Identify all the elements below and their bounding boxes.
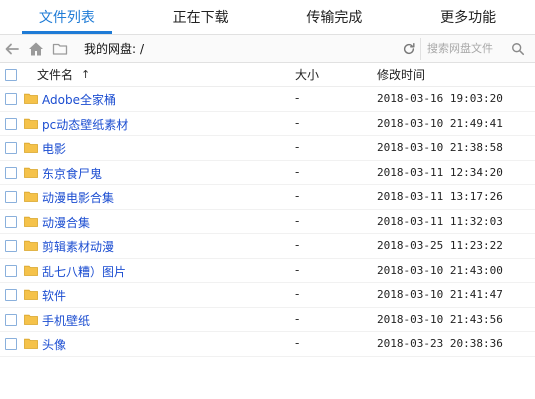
table-row[interactable]: pc动态壁纸素材 - 2018-03-10 21:49:41 [0,112,535,136]
file-modified-time: 2018-03-10 21:49:41 [377,116,503,130]
header-name-column[interactable]: 文件名 ↑ [37,66,90,83]
table-row[interactable]: 手机壁纸 - 2018-03-10 21:43:56 [0,308,535,332]
file-modified-time: 2018-03-11 13:17:26 [377,190,503,203]
row-checkbox[interactable] [5,142,17,154]
table-row[interactable]: Adobe全家桶 - 2018-03-16 19:03:20 [0,87,535,112]
header-name-label: 文件名 [37,68,74,82]
file-list: Adobe全家桶 - 2018-03-16 19:03:20 pc动态壁纸素材 … [0,87,535,357]
table-row[interactable]: 头像 - 2018-03-23 20:38:36 [0,332,535,357]
row-checkbox[interactable] [5,264,17,277]
back-arrow-icon [5,43,19,54]
current-path: / [140,41,145,56]
table-row[interactable]: 动漫合集 - 2018-03-11 11:32:03 [0,210,535,234]
back-button[interactable] [0,36,24,62]
tab-transfer-complete[interactable]: 传输完成 [268,0,402,34]
file-name-link[interactable]: 手机壁纸 [42,312,90,329]
folder-icon [24,142,38,153]
table-row[interactable]: 乱七八糟）图片 - 2018-03-10 21:43:00 [0,259,535,283]
navigation-toolbar: 我的网盘: / [0,34,535,63]
row-checkbox[interactable] [5,240,17,252]
row-checkbox[interactable] [5,313,17,326]
file-name-link[interactable]: 头像 [42,336,66,353]
folder-icon [24,167,38,178]
file-name-link[interactable]: 软件 [42,287,66,304]
file-modified-time: 2018-03-23 20:38:36 [377,337,503,350]
row-checkbox[interactable] [5,117,17,130]
home-icon [29,42,43,55]
file-modified-time: 2018-03-10 21:43:56 [377,312,503,326]
file-size: - [295,336,300,350]
tab-label: 传输完成 [306,10,363,26]
folder-icon [52,43,68,55]
select-all-checkbox[interactable] [5,68,17,81]
table-row[interactable]: 电影 - 2018-03-10 21:38:58 [0,136,535,161]
file-name-link[interactable]: Adobe全家桶 [42,91,116,108]
row-checkbox[interactable] [5,93,17,105]
sort-arrow-icon: ↑ [81,68,91,81]
header-size-column[interactable]: 大小 [295,66,319,83]
table-row[interactable]: 剪辑素材动漫 - 2018-03-25 11:23:22 [0,234,535,259]
tab-downloading[interactable]: 正在下载 [134,0,268,34]
file-size: - [295,140,300,154]
tab-label: 正在下载 [172,10,229,26]
header-time-column[interactable]: 修改时间 [377,66,425,83]
folder-icon [24,191,38,202]
file-size: - [295,91,300,105]
table-row[interactable]: 动漫电影合集 - 2018-03-11 13:17:26 [0,185,535,210]
search-icon[interactable] [511,42,525,56]
folder-icon [24,93,38,104]
file-modified-time: 2018-03-10 21:38:58 [377,141,503,154]
file-modified-time: 2018-03-11 11:32:03 [377,214,503,228]
file-name-link[interactable]: pc动态壁纸素材 [42,116,128,133]
row-checkbox[interactable] [5,215,17,228]
row-checkbox[interactable] [5,338,17,350]
file-modified-time: 2018-03-11 12:34:20 [377,165,503,179]
folder-icon [24,289,38,300]
table-row[interactable]: 东京食尸鬼 - 2018-03-11 12:34:20 [0,161,535,185]
folder-button[interactable] [48,36,72,62]
tab-more-functions[interactable]: 更多功能 [401,0,535,34]
file-size: - [295,115,300,130]
folder-icon [24,118,38,129]
file-table-header: 文件名 ↑ 大小 修改时间 [0,63,535,87]
file-modified-time: 2018-03-25 11:23:22 [377,239,503,252]
row-checkbox[interactable] [5,166,17,179]
refresh-button[interactable] [398,37,421,60]
file-size: - [295,262,300,277]
file-modified-time: 2018-03-10 21:43:00 [377,263,503,277]
folder-icon [24,338,38,349]
tab-label: 文件列表 [38,10,95,26]
file-name-link[interactable]: 电影 [42,140,66,157]
row-checkbox[interactable] [5,289,17,301]
tab-bar: 文件列表 正在下载 传输完成 更多功能 [0,0,535,34]
tab-label: 更多功能 [440,10,497,26]
file-size: - [295,238,300,252]
file-size: - [295,213,300,228]
folder-icon [24,265,38,276]
table-row[interactable]: 软件 - 2018-03-10 21:41:47 [0,283,535,308]
search-box [427,38,531,60]
file-modified-time: 2018-03-10 21:41:47 [377,288,503,301]
file-size: - [295,311,300,326]
row-checkbox[interactable] [5,191,17,203]
folder-icon [24,240,38,251]
home-button[interactable] [24,36,48,62]
file-size: - [295,287,300,301]
file-name-link[interactable]: 动漫电影合集 [42,189,114,206]
refresh-icon [403,42,415,54]
search-input[interactable] [427,42,511,55]
tab-file-list[interactable]: 文件列表 [0,0,134,34]
file-name-link[interactable]: 东京食尸鬼 [42,165,102,182]
file-modified-time: 2018-03-16 19:03:20 [377,92,503,105]
file-name-link[interactable]: 乱七八糟）图片 [42,263,126,280]
file-name-link[interactable]: 动漫合集 [42,214,90,231]
file-name-link[interactable]: 剪辑素材动漫 [42,238,114,255]
file-size: - [295,164,300,179]
folder-icon [24,216,38,227]
location-label: 我的网盘: [84,42,137,56]
folder-icon [24,314,38,325]
file-size: - [295,189,300,203]
